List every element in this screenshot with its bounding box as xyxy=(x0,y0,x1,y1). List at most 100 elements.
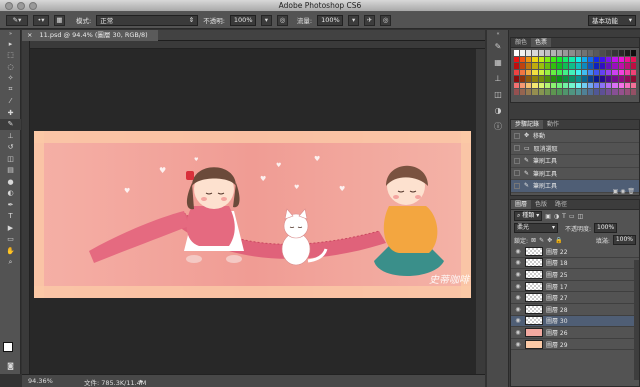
color-swatch[interactable] xyxy=(563,63,569,69)
color-swatch[interactable] xyxy=(526,56,532,62)
color-swatch[interactable] xyxy=(569,89,575,95)
color-swatch[interactable] xyxy=(550,82,557,88)
history-item[interactable]: ✥ 移動 xyxy=(511,130,639,143)
color-swatch[interactable] xyxy=(550,69,557,75)
horizontal-ruler[interactable] xyxy=(22,41,485,49)
color-swatch[interactable] xyxy=(624,82,630,88)
tab-paths[interactable]: 路徑 xyxy=(551,200,571,209)
color-swatch[interactable] xyxy=(538,69,544,75)
color-swatch[interactable] xyxy=(612,69,618,75)
color-swatch[interactable] xyxy=(593,89,600,95)
filter-shape-icon[interactable]: ▭ xyxy=(569,213,575,220)
quick-select-tool-icon[interactable]: ✧ xyxy=(0,73,21,85)
color-swatch[interactable] xyxy=(538,82,544,88)
color-swatch[interactable] xyxy=(569,50,575,56)
vertical-scrollbar[interactable] xyxy=(476,49,485,374)
color-swatch[interactable] xyxy=(593,50,600,56)
color-swatch[interactable] xyxy=(550,56,557,62)
gradient-tool-icon[interactable]: ▤ xyxy=(0,165,21,177)
color-swatch[interactable] xyxy=(526,76,532,82)
color-swatch[interactable] xyxy=(538,50,544,56)
layer-row[interactable]: ◉ 圖層 29 xyxy=(511,339,639,351)
color-swatch[interactable] xyxy=(618,50,624,56)
color-swatch[interactable] xyxy=(532,82,538,88)
color-swatch[interactable] xyxy=(544,89,550,95)
pen-tool-icon[interactable]: ✒ xyxy=(0,199,21,211)
path-select-tool-icon[interactable]: ▶ xyxy=(0,222,21,234)
file-size-info[interactable]: 文件: 785.3K/11.4M xyxy=(84,377,146,387)
pressure-opacity-icon[interactable]: ◎ xyxy=(276,14,288,26)
color-swatch[interactable] xyxy=(532,50,538,56)
color-swatch[interactable] xyxy=(557,89,563,95)
color-swatch[interactable] xyxy=(520,89,526,95)
quick-mask-icon[interactable]: ◙ xyxy=(0,360,21,372)
color-swatch[interactable] xyxy=(544,63,550,69)
flow-input[interactable]: 100% xyxy=(317,14,344,26)
color-swatch[interactable] xyxy=(618,89,624,95)
color-swatch[interactable] xyxy=(600,82,606,88)
vertical-ruler[interactable] xyxy=(22,41,30,374)
layer-blend-mode-select[interactable]: 柔光 ▾ xyxy=(514,223,558,233)
color-swatch[interactable] xyxy=(575,82,581,88)
color-swatch[interactable] xyxy=(514,56,520,62)
color-swatch[interactable] xyxy=(606,82,612,88)
opacity-dropdown-icon[interactable]: ▾ xyxy=(260,14,272,26)
foreground-color-swatch[interactable] xyxy=(3,342,13,352)
layer-row[interactable]: ◉ 圖層 17 xyxy=(511,281,639,293)
color-swatch[interactable] xyxy=(538,63,544,69)
color-swatch[interactable] xyxy=(526,63,532,69)
new-snapshot-icon[interactable]: ◉ xyxy=(620,188,625,195)
minimize-window-button[interactable] xyxy=(17,2,25,10)
color-swatch[interactable] xyxy=(563,69,569,75)
fill-input[interactable]: 100% xyxy=(612,235,636,245)
color-swatch[interactable] xyxy=(544,56,550,62)
zoom-tool-icon[interactable]: ⌕ xyxy=(0,257,21,269)
layer-row[interactable]: ◉ 圖層 25 xyxy=(511,269,639,281)
type-tool-icon[interactable]: T xyxy=(0,211,21,223)
color-swatch[interactable] xyxy=(526,82,532,88)
color-swatch[interactable] xyxy=(532,69,538,75)
color-swatch[interactable] xyxy=(606,76,612,82)
filter-adjust-icon[interactable]: ◑ xyxy=(554,213,559,220)
history-item[interactable]: ✎ 筆刷工具 xyxy=(511,155,639,168)
history-item[interactable]: ✎ 筆刷工具 xyxy=(511,168,639,180)
color-swatch[interactable] xyxy=(550,50,557,56)
color-swatch[interactable] xyxy=(520,76,526,82)
dodge-tool-icon[interactable]: ◐ xyxy=(0,188,21,200)
lasso-tool-icon[interactable]: ◌ xyxy=(0,61,21,73)
color-swatch[interactable] xyxy=(544,69,550,75)
brush-size-picker[interactable]: •▾ xyxy=(33,14,49,26)
lock-position-icon[interactable]: ✥ xyxy=(547,237,552,244)
color-swatch[interactable] xyxy=(544,50,550,56)
color-swatch[interactable] xyxy=(557,76,563,82)
canvas-artwork[interactable]: ♥ ♥ ♥ ♥ ♥ ♥ ♥ ♥ 史蒂咖啡 xyxy=(34,131,471,298)
color-swatch[interactable] xyxy=(514,82,520,88)
color-swatch[interactable] xyxy=(526,69,532,75)
color-swatch[interactable] xyxy=(557,69,563,75)
workspace-select[interactable]: 基本功能 ▾ xyxy=(588,14,636,26)
color-swatch[interactable] xyxy=(593,69,600,75)
color-swatch[interactable] xyxy=(532,56,538,62)
color-swatch[interactable] xyxy=(581,89,587,95)
color-swatch[interactable] xyxy=(514,89,520,95)
color-swatch[interactable] xyxy=(612,63,618,69)
color-swatch[interactable] xyxy=(612,82,618,88)
color-swatch[interactable] xyxy=(575,63,581,69)
brush-tool-preset-button[interactable]: ✎▾ xyxy=(6,14,28,26)
color-swatch[interactable] xyxy=(532,63,538,69)
status-menu-icon[interactable]: ▸ xyxy=(140,377,143,385)
color-swatch[interactable] xyxy=(563,76,569,82)
color-swatch[interactable] xyxy=(606,89,612,95)
layer-row[interactable]: ◉ 圖層 22 xyxy=(511,246,639,258)
marquee-tool-icon[interactable]: ⬚ xyxy=(0,50,21,62)
color-swatch[interactable] xyxy=(587,63,593,69)
color-swatch[interactable] xyxy=(569,69,575,75)
color-swatch[interactable] xyxy=(606,50,612,56)
crop-tool-icon[interactable]: ⌗ xyxy=(0,84,21,96)
color-swatch[interactable] xyxy=(526,89,532,95)
color-swatch[interactable] xyxy=(624,63,630,69)
hand-tool-icon[interactable]: ✋ xyxy=(0,245,21,257)
color-swatch[interactable] xyxy=(544,76,550,82)
flow-dropdown-icon[interactable]: ▾ xyxy=(348,14,360,26)
color-swatch[interactable] xyxy=(618,63,624,69)
